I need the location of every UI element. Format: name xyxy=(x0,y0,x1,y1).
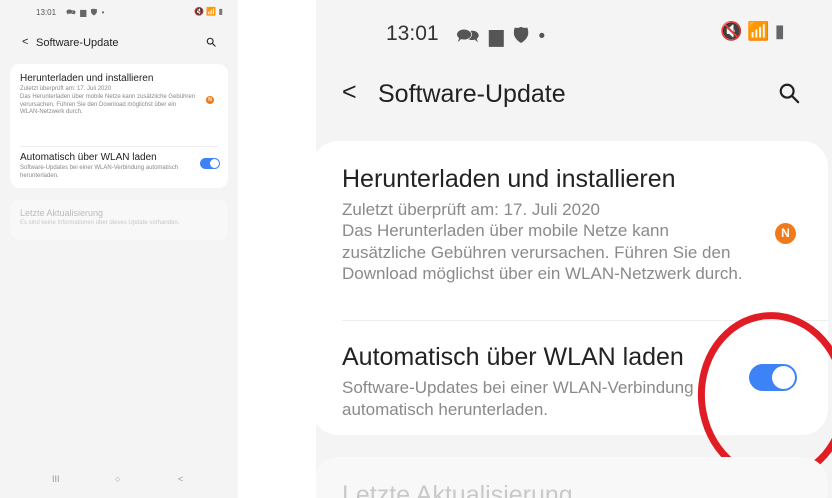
settings-card: Herunterladen und installieren Zuletzt ü… xyxy=(10,64,228,188)
phone-screen-zoomed: 13:01 🗪 ▆ 🛡 • 🔇 📶 ▮ < Software-Update He… xyxy=(316,0,832,498)
download-install-title-zoomed: Herunterladen und installieren xyxy=(342,165,676,193)
recents-icon[interactable]: III xyxy=(52,474,60,484)
page-title-zoomed: Software-Update xyxy=(378,80,566,108)
status-time: 13:01 xyxy=(36,8,57,17)
search-icon[interactable] xyxy=(206,37,216,47)
system-status-icons-zoomed: 🔇 📶 ▮ xyxy=(720,21,785,41)
last-checked-text-zoomed: Zuletzt überprüft am: 17. Juli 2020 xyxy=(342,200,600,219)
last-update-title-zoomed: Letzte Aktualisierung xyxy=(342,481,573,498)
divider xyxy=(20,146,218,147)
auto-wifi-description: Software-Updates bei einer WLAN-Verbindu… xyxy=(20,165,179,179)
last-checked-text: Zuletzt überprüft am: 17. Juli 2020 xyxy=(20,86,112,92)
search-icon-zoomed[interactable] xyxy=(778,82,800,104)
last-update-title: Letzte Aktualisierung xyxy=(20,208,104,218)
auto-wifi-toggle[interactable] xyxy=(200,158,220,169)
phone-screen-small: 13:01 🗪 ▆ 🛡 • 🔇 📶 ▮ < Software-Update He… xyxy=(0,0,238,498)
back-icon[interactable]: < xyxy=(22,36,28,48)
screenshot-composite: 13:01 🗪 ▆ 🛡 • 🔇 📶 ▮ < Software-Update He… xyxy=(0,0,832,498)
status-time-zoomed: 13:01 xyxy=(386,22,439,45)
download-description-zoomed: Das Herunterladen über mobile Netze kann… xyxy=(342,221,743,283)
auto-wifi-description-zoomed: Software-Updates bei einer WLAN-Verbindu… xyxy=(342,378,694,419)
new-badge-zoomed: N xyxy=(775,223,796,244)
download-description: Das Herunterladen über mobile Netze kann… xyxy=(20,94,196,116)
auto-wifi-title-zoomed: Automatisch über WLAN laden xyxy=(342,343,684,371)
last-update-description: Es sind keine Informationen über dieses … xyxy=(20,220,180,226)
notification-icons: 🗪 ▆ 🛡 • xyxy=(66,8,106,17)
download-install-title: Herunterladen und installieren xyxy=(20,73,154,84)
back-nav-icon[interactable]: < xyxy=(178,474,183,484)
status-bar-zoomed: 13:01 🗪 ▆ 🛡 • 🔇 📶 ▮ xyxy=(316,0,832,70)
system-status-icons: 🔇 📶 ▮ xyxy=(194,7,223,16)
last-update-card-zoomed: Letzte Aktualisierung xyxy=(316,457,828,498)
app-bar: < Software-Update xyxy=(0,30,238,58)
notification-icons-zoomed: 🗪 ▆ 🛡 • xyxy=(456,26,548,47)
status-bar: 13:01 🗪 ▆ 🛡 • 🔇 📶 ▮ xyxy=(0,0,238,26)
home-icon[interactable]: ○ xyxy=(115,474,120,484)
back-icon-zoomed[interactable]: < xyxy=(342,78,357,107)
new-badge: N xyxy=(206,96,214,104)
navigation-bar: III ○ < xyxy=(0,468,238,498)
app-bar-zoomed: < Software-Update xyxy=(316,70,832,120)
auto-wifi-title: Automatisch über WLAN laden xyxy=(20,152,157,163)
last-update-card: Letzte Aktualisierung Es sind keine Info… xyxy=(10,200,228,240)
page-title: Software-Update xyxy=(36,37,119,49)
